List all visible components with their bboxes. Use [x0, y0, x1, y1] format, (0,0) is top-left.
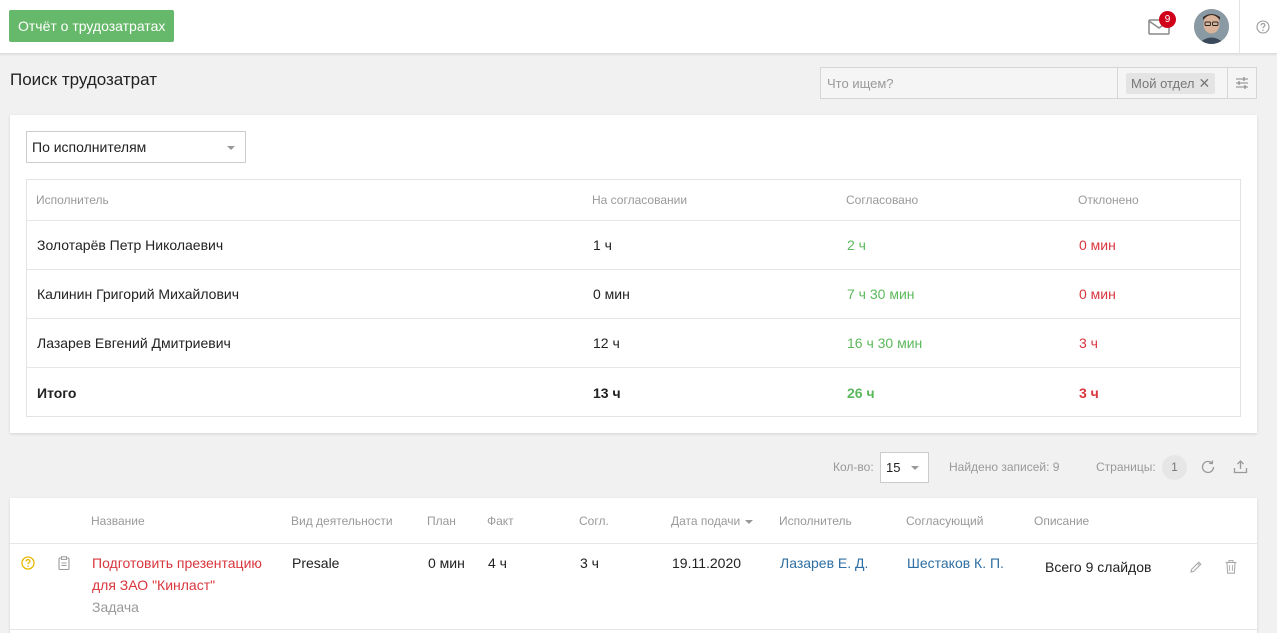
summary-table: Исполнитель На согласовании Согласовано … [26, 179, 1241, 417]
pending-value: 0 мин [593, 286, 630, 302]
approved-value: 16 ч 30 мин [847, 335, 923, 351]
executor-name: Золотарёв Петр Николаевич [37, 237, 224, 253]
page-button-1[interactable]: 1 [1162, 455, 1187, 480]
records-found-label: Найдено записей: [949, 460, 1050, 474]
edit-icon[interactable] [1189, 560, 1203, 574]
close-icon[interactable]: ✕ [1199, 73, 1211, 94]
column-header-date-label: Дата подачи [671, 514, 741, 528]
task-type: Задача [92, 599, 139, 615]
column-header-approved[interactable]: Согласовано [846, 180, 918, 220]
pages-label: Страницы: [1096, 460, 1156, 474]
column-header-approver[interactable]: Согласующий [906, 514, 983, 528]
table-row[interactable]: Золотарёв Петр Николаевич 1 ч 2 ч 0 мин [27, 221, 1240, 270]
records-found-count: 9 [1052, 460, 1060, 474]
pending-value: 12 ч [593, 335, 620, 351]
table-row[interactable]: Лазарев Евгений Дмитриевич 12 ч 16 ч 30 … [27, 319, 1240, 368]
search-separator [1227, 68, 1228, 98]
executor-link[interactable]: Лазарев Е. Д. [780, 555, 868, 571]
pending-value: 1 ч [593, 237, 612, 253]
refresh-icon[interactable] [1200, 459, 1216, 475]
summary-header-row: Исполнитель На согласовании Согласовано … [27, 180, 1240, 221]
agreed-value: 3 ч [580, 555, 599, 571]
description-value: Всего 9 слайдов [1045, 559, 1152, 575]
page-title: Поиск трудозатрат [10, 70, 157, 89]
column-header-date[interactable]: Дата подачи [671, 514, 754, 528]
row-divider [10, 629, 1257, 630]
help-icon[interactable] [1256, 20, 1270, 34]
filter-chip-my-department[interactable]: Мой отдел ✕ [1126, 73, 1216, 94]
total-pending: 13 ч [593, 384, 621, 401]
total-label: Итого [37, 384, 77, 401]
column-header-executor[interactable]: Исполнитель [36, 180, 109, 220]
approved-value: 2 ч [847, 237, 866, 253]
column-header-description[interactable]: Описание [1034, 514, 1089, 528]
rejected-value: 3 ч [1079, 335, 1098, 351]
notification-badge[interactable]: 9 [1159, 11, 1176, 28]
summary-card: По исполнителям Исполнитель На согласова… [10, 115, 1257, 433]
task-title-link[interactable]: Подготовить презентацию для ЗАО "Кинласт… [92, 552, 287, 596]
rejected-value: 0 мин [1079, 237, 1116, 253]
approver-link[interactable]: Шестаков К. П. [907, 555, 1004, 571]
total-rejected: 3 ч [1079, 384, 1099, 401]
column-header-agreed[interactable]: Согл. [579, 514, 609, 528]
records-header-row: Название Вид деятельности План Факт Согл… [10, 498, 1257, 544]
activity-value: Presale [292, 555, 340, 571]
column-header-pending[interactable]: На согласовании [592, 180, 687, 220]
approved-value: 7 ч 30 мин [847, 286, 915, 302]
export-icon[interactable] [1233, 459, 1248, 474]
page-size-select[interactable]: 15 [880, 452, 929, 483]
table-row[interactable]: Калинин Григорий Михайлович 0 мин 7 ч 30… [27, 270, 1240, 319]
top-divider [1239, 0, 1240, 54]
column-header-rejected[interactable]: Отклонено [1078, 180, 1139, 220]
chevron-down-icon [227, 146, 235, 150]
column-header-name[interactable]: Название [91, 514, 145, 528]
group-by-select[interactable]: По исполнителям [26, 131, 246, 163]
column-header-executor[interactable]: Исполнитель [779, 514, 852, 528]
clipboard-icon[interactable] [58, 556, 70, 570]
sort-desc-icon [745, 519, 754, 524]
search-box: Мой отдел ✕ [820, 67, 1257, 99]
chevron-down-icon [911, 466, 919, 470]
page-size-value: 15 [886, 460, 901, 475]
qty-label: Кол-во: [833, 460, 874, 474]
column-header-plan[interactable]: План [427, 514, 456, 528]
executor-name: Калинин Григорий Михайлович [37, 286, 240, 302]
column-header-fact[interactable]: Факт [487, 514, 514, 528]
filter-settings-icon[interactable] [1235, 76, 1249, 90]
total-approved: 26 ч [847, 384, 875, 401]
user-avatar[interactable] [1194, 9, 1229, 44]
top-bar: Отчёт о трудозатратах 9 [0, 0, 1277, 54]
group-by-value: По исполнителям [32, 139, 147, 155]
records-found: Найдено записей: 9 [949, 452, 1059, 483]
timesheet-report-button[interactable]: Отчёт о трудозатратах [9, 10, 175, 42]
executor-name: Лазарев Евгений Дмитриевич [37, 335, 231, 351]
search-input[interactable] [821, 68, 1117, 98]
search-separator [1117, 68, 1118, 98]
plan-value: 0 мин [428, 555, 465, 571]
records-table: Название Вид деятельности План Факт Согл… [10, 498, 1257, 633]
fact-value: 4 ч [488, 555, 507, 571]
rejected-value: 0 мин [1079, 286, 1116, 302]
question-circle-icon[interactable] [21, 556, 35, 570]
total-row: Итого 13 ч 26 ч 3 ч [27, 368, 1240, 417]
filter-chip-label: Мой отдел [1131, 76, 1195, 91]
date-value: 19.11.2020 [672, 555, 742, 571]
column-header-activity[interactable]: Вид деятельности [291, 514, 393, 528]
delete-icon[interactable] [1225, 560, 1237, 574]
